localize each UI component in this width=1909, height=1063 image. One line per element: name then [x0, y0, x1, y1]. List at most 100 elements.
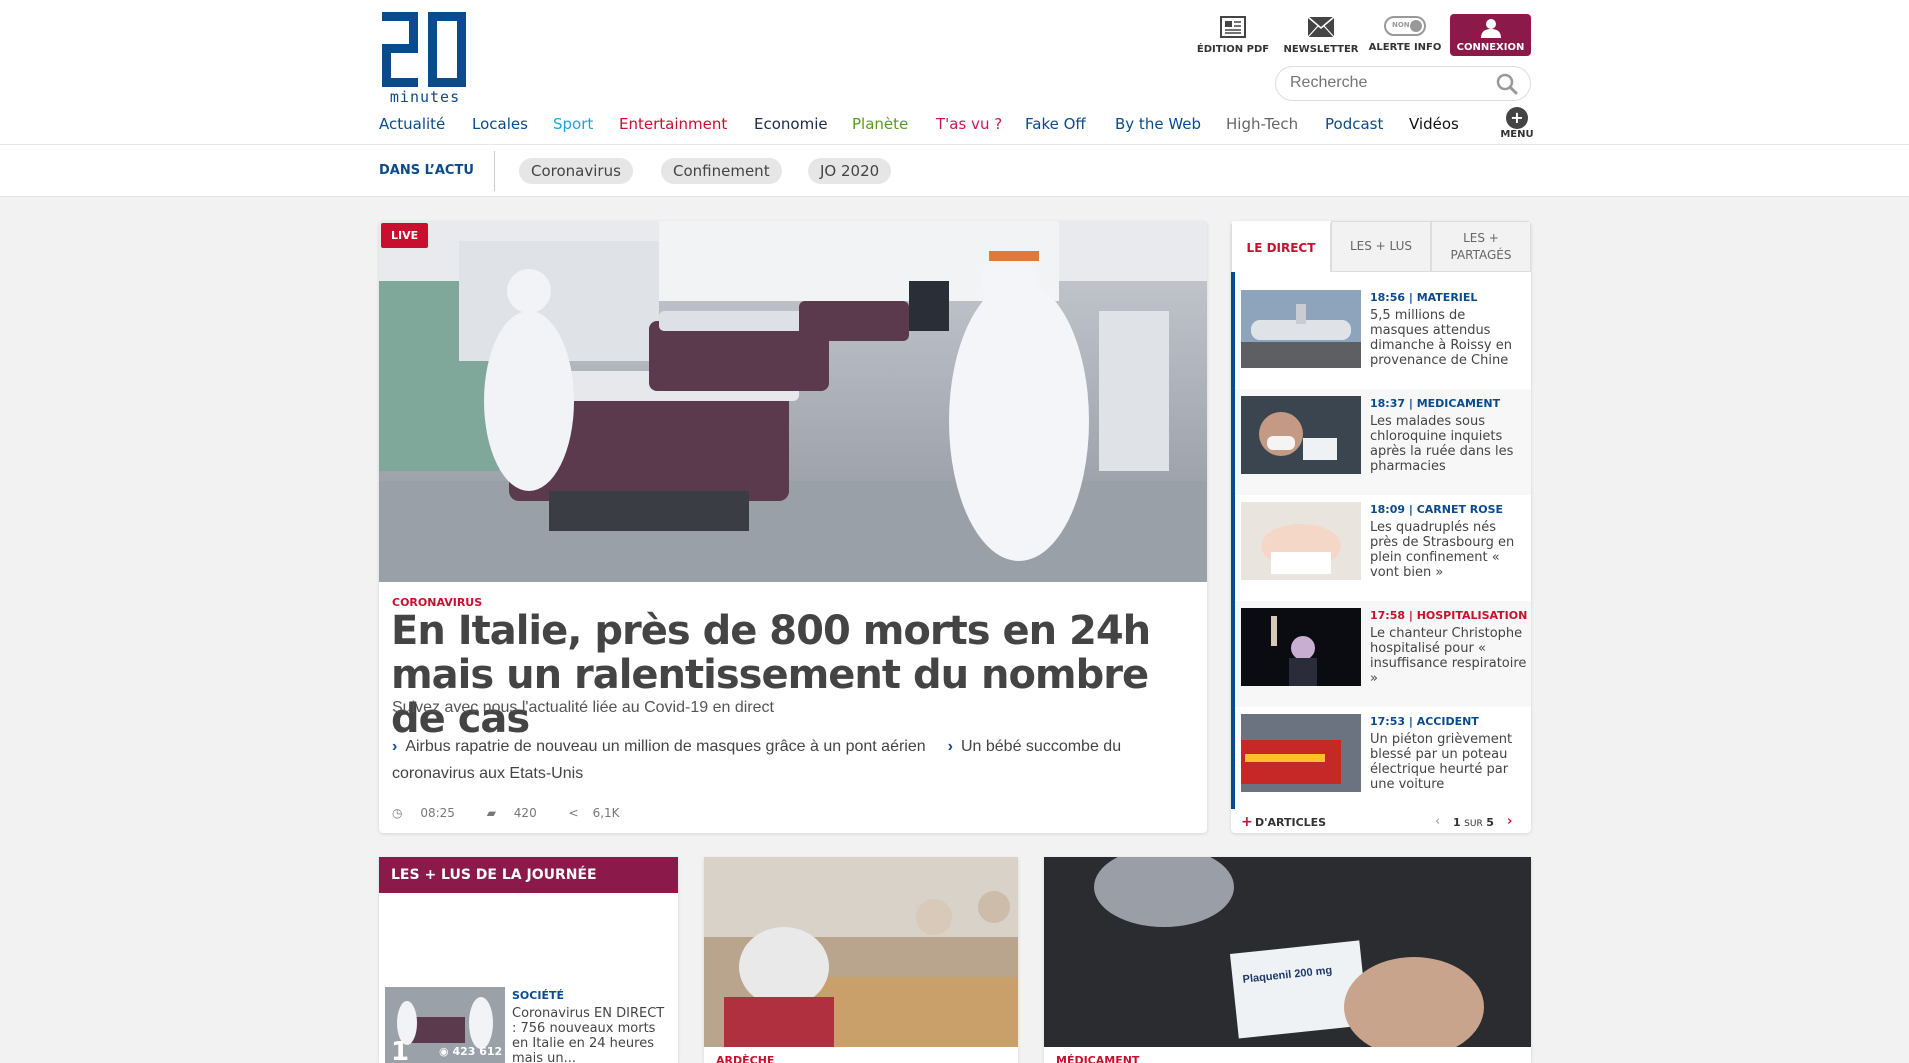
tab-le-direct[interactable]: LE DIRECT — [1231, 221, 1331, 272]
plus-icon: + — [1241, 814, 1253, 830]
rank-number: 1 — [391, 1037, 410, 1063]
toggle-state: NON — [1392, 21, 1410, 29]
story-meta: ◷ 08:25 ▰ 420 <6,1K — [392, 806, 648, 820]
mask-man-photo — [1241, 396, 1361, 474]
news-title[interactable]: Un piéton grièvement blessé par un potea… — [1370, 732, 1528, 792]
tab-les-plus-lus[interactable]: LES + LUS — [1331, 221, 1431, 272]
site-logo[interactable]: minutes — [378, 10, 470, 106]
story-card-ehpad[interactable]: ARDÈCHE — [704, 857, 1018, 1063]
story-shares[interactable]: <6,1K — [569, 806, 634, 820]
prev-page-icon[interactable]: ‹ — [1435, 814, 1440, 829]
news-tag: 17:53 | ACCIDENT — [1370, 715, 1479, 728]
nav-podcast[interactable]: Podcast — [1325, 115, 1383, 133]
clock-icon: ◷ — [392, 806, 403, 820]
news-thumbnail — [1241, 396, 1361, 474]
chevron-right-icon: › — [947, 738, 953, 755]
newsletter-label: NEWSLETTER — [1283, 44, 1359, 55]
nav-entertainment[interactable]: Entertainment — [619, 115, 727, 133]
airplane-photo — [1241, 290, 1361, 368]
news-tag: 18:37 | MEDICAMENT — [1370, 397, 1501, 410]
nav-locales[interactable]: Locales — [472, 115, 528, 133]
most-read-item[interactable]: 1 ◉ 423 612 SOCIÉTÉ Coronavirus EN DIREC… — [385, 987, 675, 1063]
story-card-medicament[interactable]: Plaquenil 200 mg MÉDICAMENT — [1044, 857, 1531, 1063]
connexion-label: CONNEXION — [1456, 42, 1525, 53]
singer-photo — [1241, 608, 1361, 686]
eye-icon: ◉ — [439, 1045, 449, 1058]
nav-planete[interactable]: Planète — [852, 115, 908, 133]
nav-videos[interactable]: Vidéos — [1409, 115, 1459, 133]
news-title[interactable]: Le chanteur Christophe hospitalisé pour … — [1370, 626, 1528, 686]
dans-lactu-bar: DANS L’ACTU Coronavirus Confinement JO 2… — [0, 144, 1909, 197]
direct-item[interactable]: 18:37 | MEDICAMENT Les malades sous chlo… — [1235, 389, 1531, 495]
direct-sidebar: LE DIRECT LES + LUS LES + PARTAGÉS 18:56… — [1231, 221, 1531, 833]
next-page-icon[interactable]: › — [1507, 814, 1512, 829]
card-tag: ARDÈCHE — [716, 1054, 775, 1063]
rank-tag: SOCIÉTÉ — [512, 989, 564, 1002]
direct-item[interactable]: 18:56 | MATERIEL 5,5 millions de masques… — [1235, 283, 1531, 389]
news-title[interactable]: Les quadruplés nés près de Strasbourg en… — [1370, 520, 1528, 580]
share-icon: < — [568, 806, 579, 820]
rank-views: ◉ 423 612 — [439, 1045, 503, 1058]
nav-sport[interactable]: Sport — [553, 115, 593, 133]
direct-item[interactable]: 18:09 | CARNET ROSE Les quadruplés nés p… — [1235, 495, 1531, 601]
dans-lactu-label: DANS L’ACTU — [379, 163, 474, 178]
menu-label: MENU — [1500, 129, 1534, 140]
tab-les-plus-partages[interactable]: LES + PARTAGÉS — [1431, 221, 1531, 272]
live-badge: LIVE — [381, 223, 429, 248]
pagination: 1 SUR 5 — [1453, 816, 1494, 829]
menu-button[interactable]: + MENU — [1500, 107, 1534, 140]
related-link-1[interactable]: Airbus rapatrie de nouveau un million de… — [405, 738, 925, 755]
edition-pdf-button[interactable]: ÉDITION PDF — [1190, 14, 1276, 56]
sidebar-footer: + D'ARTICLES ‹ 1 SUR 5 › — [1231, 809, 1531, 833]
news-title[interactable]: Les malades sous chloroquine inquiets ap… — [1370, 414, 1528, 474]
logo-digits-icon — [382, 12, 466, 87]
connexion-button[interactable]: CONNEXION — [1450, 14, 1531, 56]
site-header: minutes ÉDITION PDF NEWSLETTER NON ALERT… — [0, 0, 1909, 197]
search-icon[interactable] — [1496, 73, 1518, 95]
alerte-info-toggle[interactable]: NON ALERTE INFO — [1362, 14, 1448, 56]
toggle-switch[interactable]: NON — [1384, 16, 1426, 36]
search-box[interactable] — [1275, 66, 1531, 101]
chip-jo-2020[interactable]: JO 2020 — [808, 158, 892, 184]
search-input[interactable] — [1290, 74, 1490, 92]
more-articles-link[interactable]: D'ARTICLES — [1255, 816, 1326, 829]
most-read-panel: LES + LUS DE LA JOURNÉE 1 ◉ 423 612 SOCI… — [379, 857, 678, 1063]
plus-icon: + — [1506, 107, 1528, 129]
card-tag: MÉDICAMENT — [1056, 1054, 1140, 1063]
related-links: › Airbus rapatrie de nouveau un million d… — [392, 733, 1192, 787]
nav-by-the-web[interactable]: By the Web — [1115, 115, 1201, 133]
news-thumbnail — [1241, 290, 1361, 368]
hero-photo[interactable]: LIVE — [379, 221, 1207, 582]
news-thumbnail — [1241, 714, 1361, 792]
baby-photo — [1241, 502, 1361, 580]
chip-confinement[interactable]: Confinement — [661, 158, 782, 184]
story-dek: Suivez avec nous l'actualité liée au Cov… — [392, 699, 774, 716]
nav-actualite[interactable]: Actualité — [379, 115, 445, 133]
sidebar-tabs: LE DIRECT LES + LUS LES + PARTAGÉS — [1231, 221, 1531, 272]
plaquenil-photo: Plaquenil 200 mg — [1044, 857, 1531, 1057]
chip-coronavirus[interactable]: Coronavirus — [519, 158, 633, 184]
nav-fake-off[interactable]: Fake Off — [1025, 115, 1086, 133]
edition-pdf-label: ÉDITION PDF — [1196, 44, 1270, 55]
direct-item[interactable]: 17:58 | HOSPITALISATION Le chanteur Chri… — [1235, 601, 1531, 707]
news-title[interactable]: 5,5 millions de masques attendus dimanch… — [1370, 308, 1528, 368]
news-thumbnail — [1241, 608, 1361, 686]
direct-item[interactable]: 17:53 | ACCIDENT Un piéton grièvement bl… — [1235, 707, 1531, 813]
toggle-knob — [1410, 20, 1422, 32]
divider — [494, 151, 495, 191]
newspaper-icon — [1220, 16, 1246, 38]
story-headline[interactable]: En Italie, près de 800 morts en 24h mais… — [391, 609, 1191, 741]
most-read-title: LES + LUS DE LA JOURNÉE — [379, 857, 678, 893]
envelope-icon — [1307, 16, 1335, 38]
news-thumbnail — [1241, 502, 1361, 580]
news-tag: 18:56 | MATERIEL — [1370, 291, 1478, 304]
nav-tas-vu[interactable]: T'as vu ? — [936, 115, 1002, 133]
nav-high-tech[interactable]: High-Tech — [1226, 115, 1298, 133]
rank-title[interactable]: Coronavirus EN DIRECT : 756 nouveaux mor… — [512, 1006, 672, 1063]
newsletter-button[interactable]: NEWSLETTER — [1278, 14, 1364, 56]
user-icon — [1480, 19, 1501, 38]
nav-economie[interactable]: Economie — [754, 115, 828, 133]
chevron-right-icon: › — [392, 738, 398, 755]
story-comments[interactable]: ▰ 420 — [487, 806, 551, 820]
main-story-card[interactable]: LIVE CORONAVIRUS En Italie, près de 800 … — [379, 221, 1207, 833]
